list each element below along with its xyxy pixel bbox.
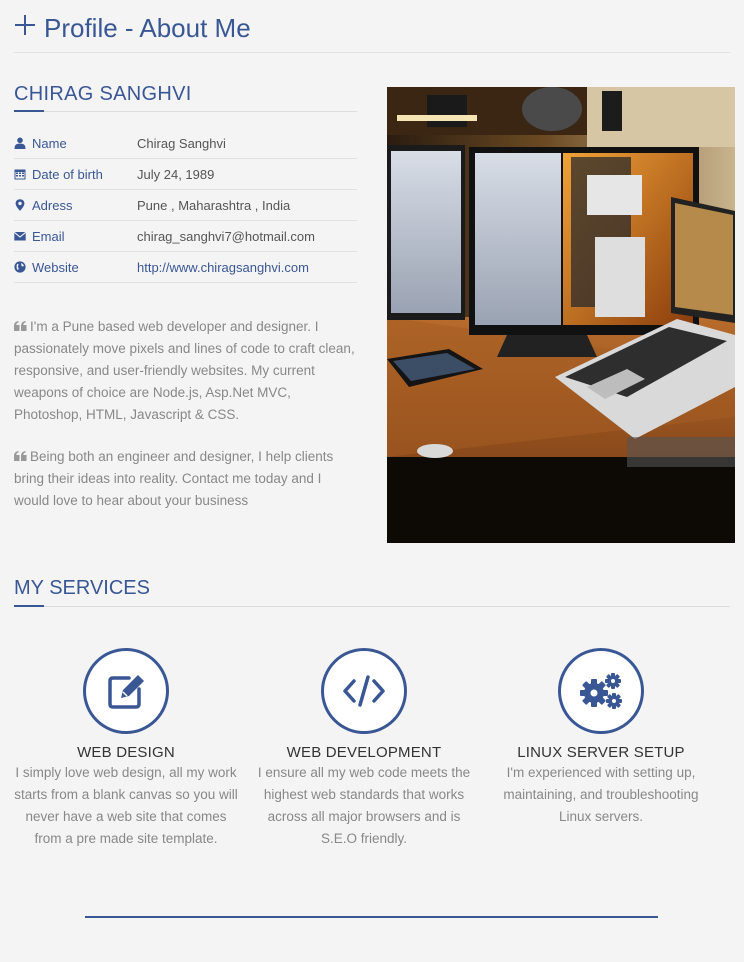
bio-text: I'm a Pune based web developer and desig… bbox=[14, 319, 355, 422]
user-icon bbox=[14, 137, 26, 149]
quote-icon bbox=[14, 321, 27, 331]
service-description: I'm experienced with setting up, maintai… bbox=[503, 765, 699, 824]
service-linux-server: LINUX SERVER SETUP I'm experienced with … bbox=[483, 648, 719, 828]
service-web-development: WEB DEVELOPMENT I ensure all my web code… bbox=[246, 648, 482, 850]
services-title: MY SERVICES bbox=[14, 577, 150, 599]
profile-info-table: Name Chirag Sanghvi Date of birth July 2… bbox=[14, 128, 357, 283]
bio-paragraph: Being both an engineer and designer, I h… bbox=[14, 446, 359, 512]
bio-text: Being both an engineer and designer, I h… bbox=[14, 449, 334, 508]
service-icon-circle bbox=[83, 648, 169, 734]
service-title: WEB DEVELOPMENT bbox=[286, 744, 442, 761]
service-title: WEB DESIGN bbox=[77, 744, 175, 761]
footer-divider bbox=[85, 916, 658, 918]
info-row-dob: Date of birth July 24, 1989 bbox=[14, 159, 357, 190]
email-value: chirag_sanghvi7@hotmail.com bbox=[137, 229, 315, 244]
service-description: I simply love web design, all my work st… bbox=[14, 765, 238, 846]
profile-name: CHIRAG SANGHVI bbox=[14, 83, 192, 105]
service-icon-circle bbox=[558, 648, 644, 734]
service-web-design: WEB DESIGN I simply love web design, all… bbox=[8, 648, 244, 850]
service-title: LINUX SERVER SETUP bbox=[517, 744, 685, 761]
info-label: Date of birth bbox=[32, 167, 103, 182]
info-row-address: Adress Pune , Maharashtra , India bbox=[14, 190, 357, 221]
calendar-icon bbox=[14, 169, 26, 180]
map-marker-icon bbox=[15, 199, 25, 211]
info-row-name: Name Chirag Sanghvi bbox=[14, 128, 357, 159]
heading-underline bbox=[14, 110, 44, 112]
gears-icon bbox=[580, 673, 622, 709]
website-link[interactable]: http://www.chiragsanghvi.com bbox=[137, 260, 309, 275]
info-value: Pune , Maharashtra , India bbox=[137, 198, 291, 213]
info-value: Chirag Sanghvi bbox=[137, 136, 226, 151]
profile-name-heading: CHIRAG SANGHVI bbox=[14, 80, 357, 112]
edit-icon bbox=[108, 675, 144, 709]
service-icon-circle bbox=[321, 648, 407, 734]
info-label: Adress bbox=[32, 198, 73, 213]
page-header: Profile - About Me bbox=[14, 12, 730, 53]
info-label: Website bbox=[32, 260, 79, 275]
plus-icon bbox=[14, 14, 36, 36]
globe-icon bbox=[14, 261, 26, 273]
services-heading: MY SERVICES bbox=[14, 575, 730, 607]
info-value: July 24, 1989 bbox=[137, 167, 215, 182]
quote-icon bbox=[14, 451, 27, 461]
bio-paragraph: I'm a Pune based web developer and desig… bbox=[14, 316, 359, 426]
info-row-website: Website http://www.chiragsanghvi.com bbox=[14, 252, 357, 283]
workspace-photo bbox=[387, 87, 735, 543]
page-title: Profile - About Me bbox=[44, 13, 251, 43]
info-row-email: Email chirag_sanghvi7@hotmail.com bbox=[14, 221, 357, 252]
info-label: Email bbox=[32, 229, 65, 244]
envelope-icon bbox=[14, 231, 26, 241]
code-icon bbox=[343, 675, 385, 707]
service-description: I ensure all my web code meets the highe… bbox=[257, 765, 471, 846]
info-label: Name bbox=[32, 136, 67, 151]
heading-underline bbox=[14, 605, 44, 607]
